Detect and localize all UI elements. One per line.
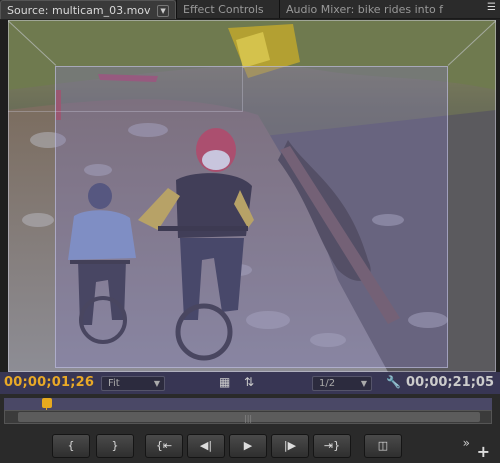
step-back-button[interactable]: ◀| (187, 434, 225, 458)
play-icon: ▶ (243, 439, 253, 452)
time-ruler[interactable] (4, 398, 492, 410)
tab-source-label: Source: multicam_03.mov (7, 4, 151, 17)
go-to-in-icon: {⇤ (155, 439, 173, 452)
mark-out-icon: } (111, 439, 119, 452)
go-to-out-button[interactable]: ⇥} (313, 434, 351, 458)
panel-menu-icon[interactable]: ☰ (487, 2, 496, 13)
panel-tab-bar: Source: multicam_03.mov ▼ ✕ Effect Contr… (0, 0, 500, 19)
more-controls-icon[interactable]: » (463, 436, 470, 450)
go-to-out-icon: ⇥} (323, 439, 341, 452)
play-button[interactable]: ▶ (229, 434, 267, 458)
playhead-marker[interactable] (42, 398, 52, 408)
viewer-control-bar: 00;00;01;26 Fit ▼ ▦ ⇅ 1/2 ▼ 🔧 00;00;21;0… (0, 372, 500, 394)
grip-icon: ||| (244, 414, 253, 423)
video-frame[interactable] (8, 20, 496, 372)
source-viewer (0, 20, 500, 372)
tab-dropdown-icon[interactable]: ▼ (157, 5, 170, 17)
mark-in-icon: { (67, 439, 75, 452)
duration-timecode: 00;00;21;05 (406, 375, 494, 390)
go-to-in-button[interactable]: {⇤ (145, 434, 183, 458)
tab-audio-label: Audio Mixer: bike rides into f (286, 3, 444, 16)
insert-button[interactable]: ◫ (364, 434, 402, 458)
step-back-icon: ◀| (199, 439, 213, 452)
center-marker (8, 66, 243, 112)
tab-source-monitor[interactable]: Source: multicam_03.mov ▼ ✕ (0, 0, 176, 19)
zoom-level-select[interactable]: Fit ▼ (101, 376, 165, 391)
button-editor-plus-icon[interactable]: + (477, 442, 490, 461)
mark-out-button[interactable]: } (96, 434, 134, 458)
chevron-down-icon: ▼ (360, 379, 367, 388)
playback-resolution-select[interactable]: 1/2 ▼ (312, 376, 372, 391)
insert-icon: ◫ (377, 439, 389, 452)
wrench-settings-icon[interactable]: 🔧 (386, 375, 401, 389)
transport-controls: { } {⇤ ◀| ▶ |▶ ⇥} ◫ » + (0, 432, 500, 463)
mini-timeline: ||| (0, 394, 500, 432)
current-timecode[interactable]: 00;00;01;26 (4, 375, 94, 390)
step-forward-icon: |▶ (283, 439, 297, 452)
drag-audio-icon[interactable]: ⇅ (244, 375, 254, 389)
drag-video-icon[interactable]: ▦ (219, 375, 230, 389)
tab-effect-label: Effect Controls (183, 3, 264, 16)
chevron-down-icon: ▼ (153, 379, 160, 388)
mark-in-button[interactable]: { (52, 434, 90, 458)
zoom-level-value: Fit (108, 378, 120, 389)
tab-audio-mixer[interactable]: Audio Mixer: bike rides into f (280, 0, 470, 19)
playback-resolution-value: 1/2 (319, 378, 336, 389)
step-forward-button[interactable]: |▶ (271, 434, 309, 458)
tab-effect-controls[interactable]: Effect Controls (177, 0, 279, 19)
